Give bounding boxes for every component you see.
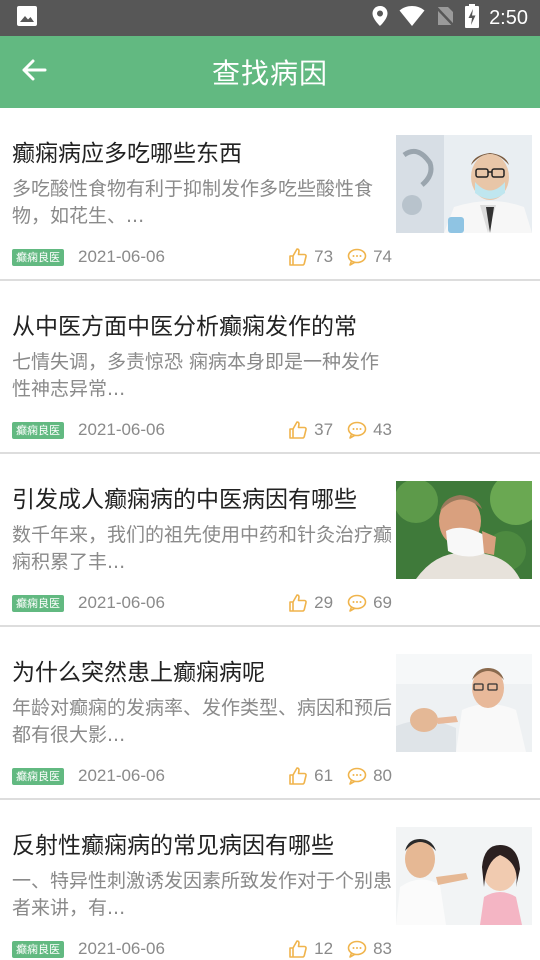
comment-stat[interactable]: 83 <box>347 939 392 959</box>
arrow-left-icon <box>21 59 47 85</box>
article-summary: 数千年来，我们的祖先使用中药和针灸治疗癫痫积累了丰... <box>12 524 392 573</box>
thumbs-up-icon <box>289 767 308 785</box>
article-date: 2021-06-06 <box>78 420 165 439</box>
thumbs-up-icon <box>289 421 308 439</box>
comment-stat[interactable]: 74 <box>347 247 392 267</box>
comment-icon <box>347 594 367 612</box>
article-item[interactable]: 从中医方面中医分析癫痫发作的常 七情失调，多责惊恐 痫病本身即是一种发作性神志异… <box>0 281 540 454</box>
page-title: 查找病因 <box>211 57 328 90</box>
like-count: 37 <box>314 420 334 439</box>
article-date: 2021-06-06 <box>78 939 165 958</box>
article-meta: 癫痫良医 2021-06-06 29 69 <box>12 588 392 618</box>
comment-stat[interactable]: 43 <box>347 420 392 440</box>
article-date: 2021-06-06 <box>78 766 165 785</box>
status-time: 2:50 <box>489 6 528 29</box>
comment-count: 74 <box>373 247 392 266</box>
comment-icon <box>347 940 367 958</box>
article-meta: 癫痫良医 2021-06-06 61 80 <box>12 761 392 791</box>
like-count: 61 <box>314 766 334 785</box>
comment-count: 83 <box>373 939 392 958</box>
like-count: 73 <box>314 247 334 266</box>
wifi-icon <box>399 5 425 31</box>
comment-stat[interactable]: 80 <box>347 766 392 786</box>
article-item[interactable]: 癫痫病应多吃哪些东西 多吃酸性食物有利于抑制发作多吃些酸性食物，如花生、... … <box>0 108 540 281</box>
like-stat[interactable]: 73 <box>288 247 333 267</box>
article-item[interactable]: 为什么突然患上癫痫病呢 年龄对癫痫的发病率、发作类型、病因和预后都有很大影...… <box>0 627 540 800</box>
article-item[interactable]: 反射性癫痫病的常见病因有哪些 一、特异性刺激诱发因素所致发作对于个别患者来讲，有… <box>0 800 540 960</box>
article-item[interactable]: 引发成人癫痫病的中医病因有哪些 数千年来，我们的祖先使用中药和针灸治疗癫痫积累了… <box>0 454 540 627</box>
source-tag: 癫痫良医 <box>12 767 64 785</box>
image-icon <box>16 5 38 31</box>
like-stat[interactable]: 37 <box>288 420 333 440</box>
article-summary: 七情失调，多责惊恐 痫病本身即是一种发作性神志异常... <box>12 351 380 400</box>
thumbs-up-icon <box>289 594 308 612</box>
source-tag: 癫痫良医 <box>12 940 64 958</box>
source-tag: 癫痫良医 <box>12 421 64 439</box>
article-title: 为什么突然患上癫痫病呢 <box>12 660 265 686</box>
like-stat[interactable]: 29 <box>288 593 333 613</box>
no-sim-icon <box>435 5 455 31</box>
comment-icon <box>347 767 367 785</box>
thumbs-up-icon <box>289 248 308 266</box>
article-title: 引发成人癫痫病的中医病因有哪些 <box>12 487 357 513</box>
like-stat[interactable]: 61 <box>288 766 333 786</box>
status-bar: 2:50 <box>0 0 540 36</box>
article-date: 2021-06-06 <box>78 593 165 612</box>
article-title: 反射性癫痫病的常见病因有哪些 <box>12 833 334 859</box>
article-list: 癫痫病应多吃哪些东西 多吃酸性食物有利于抑制发作多吃些酸性食物，如花生、... … <box>0 108 540 960</box>
article-summary: 年龄对癫痫的发病率、发作类型、病因和预后都有很大影... <box>12 697 392 746</box>
battery-charging-icon <box>465 4 480 32</box>
article-date: 2021-06-06 <box>78 247 165 266</box>
source-tag: 癫痫良医 <box>12 594 64 612</box>
comment-count: 69 <box>373 593 392 612</box>
article-thumbnail[interactable] <box>396 481 532 579</box>
like-count: 29 <box>314 593 334 612</box>
comment-icon <box>347 421 367 439</box>
article-thumbnail[interactable] <box>396 654 532 752</box>
back-button[interactable] <box>14 54 54 90</box>
article-title: 癫痫病应多吃哪些东西 <box>12 141 242 167</box>
article-thumbnail[interactable] <box>396 135 532 233</box>
article-title: 从中医方面中医分析癫痫发作的常 <box>12 314 357 340</box>
comment-icon <box>347 248 367 266</box>
article-meta: 癫痫良医 2021-06-06 12 83 <box>12 934 392 960</box>
article-thumbnail[interactable] <box>396 827 532 925</box>
article-meta: 癫痫良医 2021-06-06 73 74 <box>12 242 392 272</box>
article-summary: 一、特异性刺激诱发因素所致发作对于个别患者来讲，有... <box>12 870 392 919</box>
app-bar: 查找病因 <box>0 36 540 108</box>
comment-count: 43 <box>373 420 392 439</box>
thumbs-up-icon <box>289 940 308 958</box>
comment-stat[interactable]: 69 <box>347 593 392 613</box>
article-summary: 多吃酸性食物有利于抑制发作多吃些酸性食物，如花生、... <box>12 178 374 227</box>
like-stat[interactable]: 12 <box>288 939 333 959</box>
like-count: 12 <box>314 939 334 958</box>
comment-count: 80 <box>373 766 392 785</box>
source-tag: 癫痫良医 <box>12 248 64 266</box>
location-icon <box>371 5 389 31</box>
article-meta: 癫痫良医 2021-06-06 37 43 <box>12 415 392 445</box>
